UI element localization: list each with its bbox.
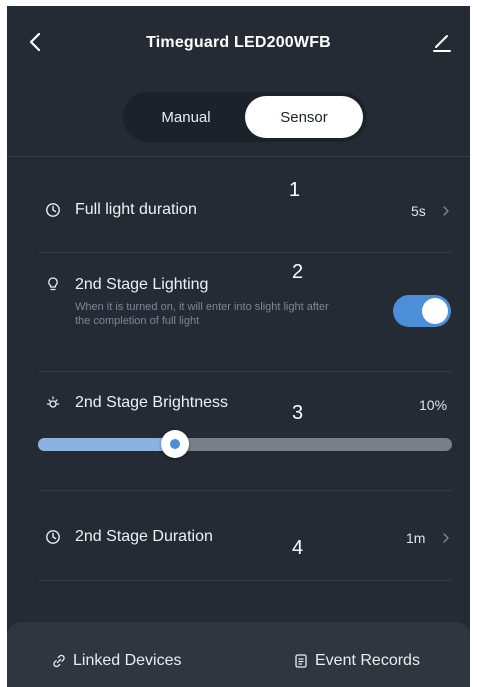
- toggle-knob: [422, 298, 448, 324]
- event-records-label: Event Records: [315, 652, 420, 669]
- tab-sensor[interactable]: Sensor: [245, 96, 363, 138]
- annotation-badge-3: 3: [292, 402, 304, 424]
- linked-devices-button[interactable]: Linked Devices: [51, 652, 182, 670]
- annotation-badge-2: 2: [292, 261, 304, 283]
- device-settings-screen: Timeguard LED200WFB Manual Sensor Full l…: [7, 6, 470, 687]
- linked-devices-label: Linked Devices: [73, 652, 182, 669]
- second-stage-brightness-label: 2nd Stage Brightness: [75, 394, 228, 411]
- second-stage-duration-value: 1m: [406, 530, 426, 546]
- clock-icon: [46, 203, 60, 217]
- divider: [38, 490, 452, 491]
- divider: [38, 580, 452, 581]
- slider-thumb-dot: [169, 439, 180, 449]
- tab-manual[interactable]: Manual: [127, 96, 245, 138]
- clock-icon: [46, 530, 60, 544]
- slider-fill: [38, 438, 175, 451]
- bottom-bar: Linked Devices Event Records: [7, 622, 470, 687]
- event-records-button[interactable]: Event Records: [293, 652, 420, 670]
- pencil-icon[interactable]: [430, 30, 454, 54]
- second-stage-lighting-toggle[interactable]: [393, 295, 451, 327]
- link-icon: [53, 654, 65, 668]
- second-stage-lighting-label: 2nd Stage Lighting: [75, 276, 209, 293]
- chevron-right-icon: [443, 533, 449, 543]
- full-light-duration-value: 5s: [411, 203, 426, 219]
- brightness-slider[interactable]: [38, 430, 452, 458]
- divider: [38, 252, 452, 253]
- mode-switch: Manual Sensor: [123, 92, 367, 142]
- annotation-badge-1: 1: [289, 179, 301, 201]
- second-stage-lighting-description: When it is turned on, it will enter into…: [75, 301, 329, 327]
- divider: [38, 371, 452, 372]
- chevron-right-icon: [443, 206, 449, 216]
- second-stage-brightness-value: 10%: [419, 397, 448, 413]
- second-stage-duration-label: 2nd Stage Duration: [75, 528, 213, 545]
- sun-icon: [46, 396, 60, 408]
- slider-thumb[interactable]: [160, 430, 189, 458]
- bulb-icon: [48, 277, 58, 291]
- annotation-badge-4: 4: [292, 537, 304, 559]
- page-title: Timeguard LED200WFB: [146, 34, 331, 51]
- divider: [7, 156, 470, 157]
- full-light-duration-label: Full light duration: [75, 201, 197, 218]
- document-icon: [295, 654, 307, 668]
- header: Timeguard LED200WFB: [7, 6, 470, 90]
